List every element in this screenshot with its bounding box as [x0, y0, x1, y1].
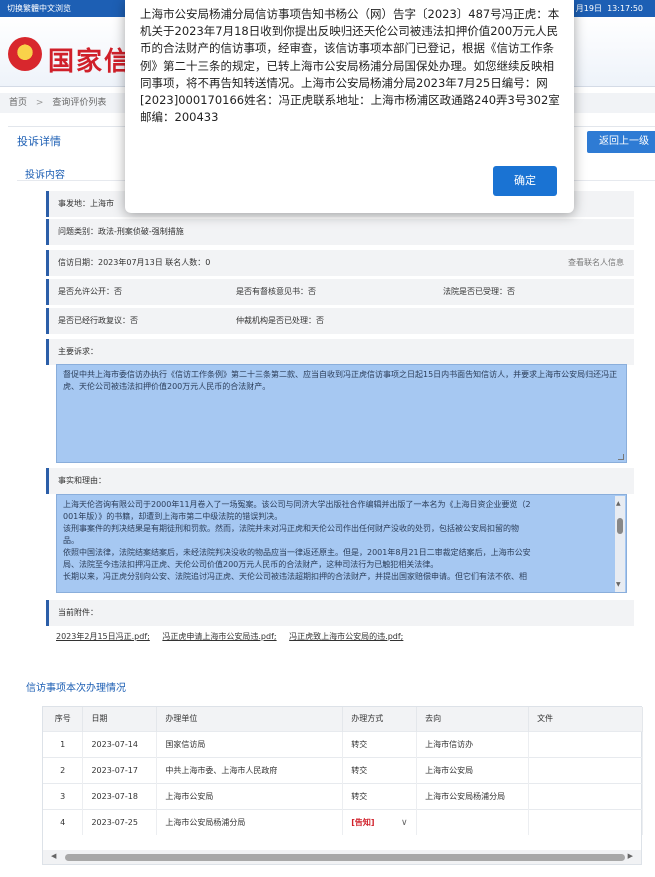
- confirm-button[interactable]: 确定: [493, 166, 557, 196]
- modal-overlay: 上海市公安局杨浦分局信访事项告知书杨公（网）告字〔2023〕487号冯正虎：本机…: [0, 0, 655, 877]
- notice-dialog: 上海市公安局杨浦分局信访事项告知书杨公（网）告字〔2023〕487号冯正虎：本机…: [125, 0, 574, 213]
- dialog-message: 上海市公安局杨浦分局信访事项告知书杨公（网）告字〔2023〕487号冯正虎：本机…: [140, 7, 560, 125]
